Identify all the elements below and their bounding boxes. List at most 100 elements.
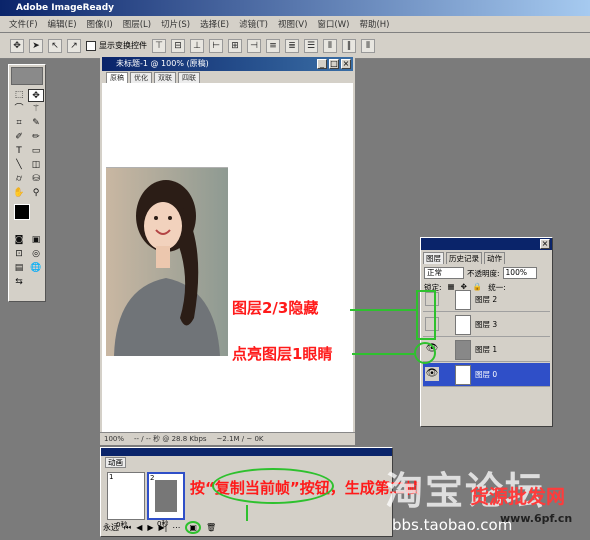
frame-2[interactable]: 2 0秒	[147, 472, 185, 528]
close-button[interactable]: ×	[341, 59, 351, 69]
pencil-tool-icon[interactable]: ✏	[28, 131, 44, 144]
brush-tool-icon[interactable]: ✐	[11, 131, 27, 144]
paint-bucket-icon[interactable]: ⛁	[28, 173, 44, 186]
tab-4up[interactable]: 四联	[178, 72, 200, 83]
layer-thumbnail	[455, 290, 471, 310]
rectangle-tool-icon[interactable]: ▭	[28, 145, 44, 158]
distribute-center-icon[interactable]: ‖	[342, 38, 356, 53]
tab-original[interactable]: 原稿	[106, 72, 128, 83]
layer-row-selected[interactable]: 👁 图层 0	[423, 363, 550, 387]
layer-thumbnail	[455, 340, 471, 360]
layers-close-button[interactable]: ×	[540, 239, 550, 249]
browser-preview-icon[interactable]: 🌐	[28, 262, 44, 275]
tab-history[interactable]: 历史记录	[446, 252, 482, 264]
jump-to-photoshop-icon[interactable]: ⇆	[11, 276, 27, 289]
zoom-tool-icon[interactable]: ⚲	[28, 187, 44, 200]
marquee-tool-icon[interactable]: ⬚	[11, 89, 27, 102]
menu-select[interactable]: 选择(E)	[195, 18, 234, 30]
layer-row[interactable]: 图层 3	[423, 313, 550, 337]
eyedropper-tool-icon[interactable]: ⌭	[11, 173, 27, 186]
type-tool-icon[interactable]: T	[11, 145, 27, 158]
tween-icon[interactable]: ⋯	[172, 523, 180, 532]
quickmask-icon[interactable]: ◙	[11, 234, 27, 247]
arrow-icon[interactable]: ➤	[29, 38, 43, 53]
move-tool-icon[interactable]: ✥	[28, 89, 44, 102]
hand-tool-icon[interactable]: ✋	[11, 187, 27, 200]
app-title: Adobe ImageReady	[16, 3, 115, 13]
eraser-tool-icon[interactable]: ◫	[28, 159, 44, 172]
menu-help[interactable]: 帮助(H)	[354, 18, 394, 30]
show-transform-checkbox[interactable]	[86, 40, 96, 51]
maximize-button[interactable]: □	[329, 59, 339, 69]
arrow-line-hidden	[350, 309, 418, 311]
loop-select[interactable]: 永远	[103, 522, 119, 533]
image-map-icon[interactable]: ◎	[28, 248, 44, 261]
blend-mode-select[interactable]: 正常	[424, 267, 464, 279]
eye-icon[interactable]: 👁	[425, 367, 439, 381]
layer-row[interactable]: 👁 图层 1	[423, 338, 550, 362]
color-swatches	[9, 202, 45, 232]
tab-layers[interactable]: 图层	[423, 252, 444, 264]
layers-panel-header: ×	[421, 238, 552, 250]
next-frame-icon[interactable]: ▶|	[159, 523, 168, 532]
layer-thumbnail	[455, 315, 471, 335]
foreground-color[interactable]	[14, 204, 30, 220]
distribute-right-icon[interactable]: ⫴	[361, 38, 375, 53]
menu-image[interactable]: 图像(I)	[82, 18, 118, 30]
first-frame-icon[interactable]: ⏮	[124, 523, 131, 533]
arrow-direct-icon[interactable]: ↗	[67, 38, 81, 53]
line-tool-icon[interactable]: ╲	[11, 159, 27, 172]
prev-frame-icon[interactable]: ◀	[136, 523, 142, 532]
lasso-tool-icon[interactable]: ⌒	[11, 103, 27, 116]
move-tool-icon[interactable]: ✥	[10, 38, 24, 53]
distribute-bottom-icon[interactable]: ☰	[304, 38, 318, 53]
menu-window[interactable]: 窗口(W)	[312, 18, 354, 30]
align-middle-icon[interactable]: ⊟	[171, 38, 185, 53]
annotation-copy-prefix: 按	[190, 479, 206, 497]
tab-optimized[interactable]: 优化	[130, 72, 152, 83]
align-bottom-icon[interactable]: ⊥	[190, 38, 204, 53]
opacity-input[interactable]: 100%	[502, 267, 537, 279]
file-size[interactable]: ~2.1M / ~ 0K	[217, 435, 264, 443]
distribute-middle-icon[interactable]: ≣	[285, 38, 299, 53]
minimize-button[interactable]: _	[317, 59, 327, 69]
menu-file[interactable]: 文件(F)	[4, 18, 43, 30]
document-status-bar: 100% -- / -- 秒 @ 28.8 Kbps ~2.1M / ~ 0K	[100, 432, 355, 445]
distribute-top-icon[interactable]: ≡	[266, 38, 280, 53]
magic-wand-icon[interactable]: ⚚	[28, 103, 44, 116]
tab-2up[interactable]: 双联	[154, 72, 176, 83]
annotation-light-eye: 点亮图层1眼睛	[232, 345, 333, 363]
arrow-select-icon[interactable]: ↖	[48, 38, 62, 53]
align-top-icon[interactable]: ⊤	[152, 38, 166, 53]
menu-slice[interactable]: 切片(S)	[156, 18, 195, 30]
zoom-level[interactable]: 100%	[104, 435, 124, 443]
distribute-left-icon[interactable]: ⦀	[323, 38, 337, 53]
frame-1[interactable]: 1 0秒	[107, 472, 145, 529]
screen-mode-icon[interactable]: ▣	[28, 234, 44, 247]
tab-actions[interactable]: 动作	[484, 252, 505, 264]
toggle-slice-icon[interactable]: ⊡	[11, 248, 27, 261]
highlight-hidden-layers	[416, 290, 436, 340]
align-center-icon[interactable]: ⊞	[228, 38, 242, 53]
layer-name: 图层 1	[475, 345, 498, 354]
menu-layer[interactable]: 图层(L)	[118, 18, 156, 30]
layer-name: 图层 0	[475, 370, 498, 379]
slice-tool-icon[interactable]: ✎	[28, 117, 44, 130]
align-right-icon[interactable]: ⊣	[247, 38, 261, 53]
toolbox-logo	[11, 67, 43, 85]
menu-filter[interactable]: 滤镜(T)	[234, 18, 273, 30]
delete-frame-icon[interactable]: 🗑	[206, 523, 216, 532]
duplicate-frame-icon[interactable]: ▣	[185, 521, 201, 534]
download-speed[interactable]: -- / -- 秒 @ 28.8 Kbps	[134, 434, 207, 444]
animation-tab[interactable]: 动画	[101, 456, 392, 468]
show-transform-control[interactable]: 显示变换控件	[86, 40, 147, 51]
menu-view[interactable]: 视图(V)	[273, 18, 312, 30]
layer-row[interactable]: 图层 2	[423, 288, 550, 312]
site-logo: 货源批发网	[470, 486, 566, 508]
play-icon[interactable]: ▶	[147, 523, 153, 532]
align-left-icon[interactable]: ⊢	[209, 38, 223, 53]
watermark-url: bbs.taobao.com	[392, 516, 513, 534]
menu-edit[interactable]: 编辑(E)	[43, 18, 82, 30]
crop-tool-icon[interactable]: ⌗	[11, 117, 27, 130]
preview-icon[interactable]: ▤	[11, 262, 27, 275]
